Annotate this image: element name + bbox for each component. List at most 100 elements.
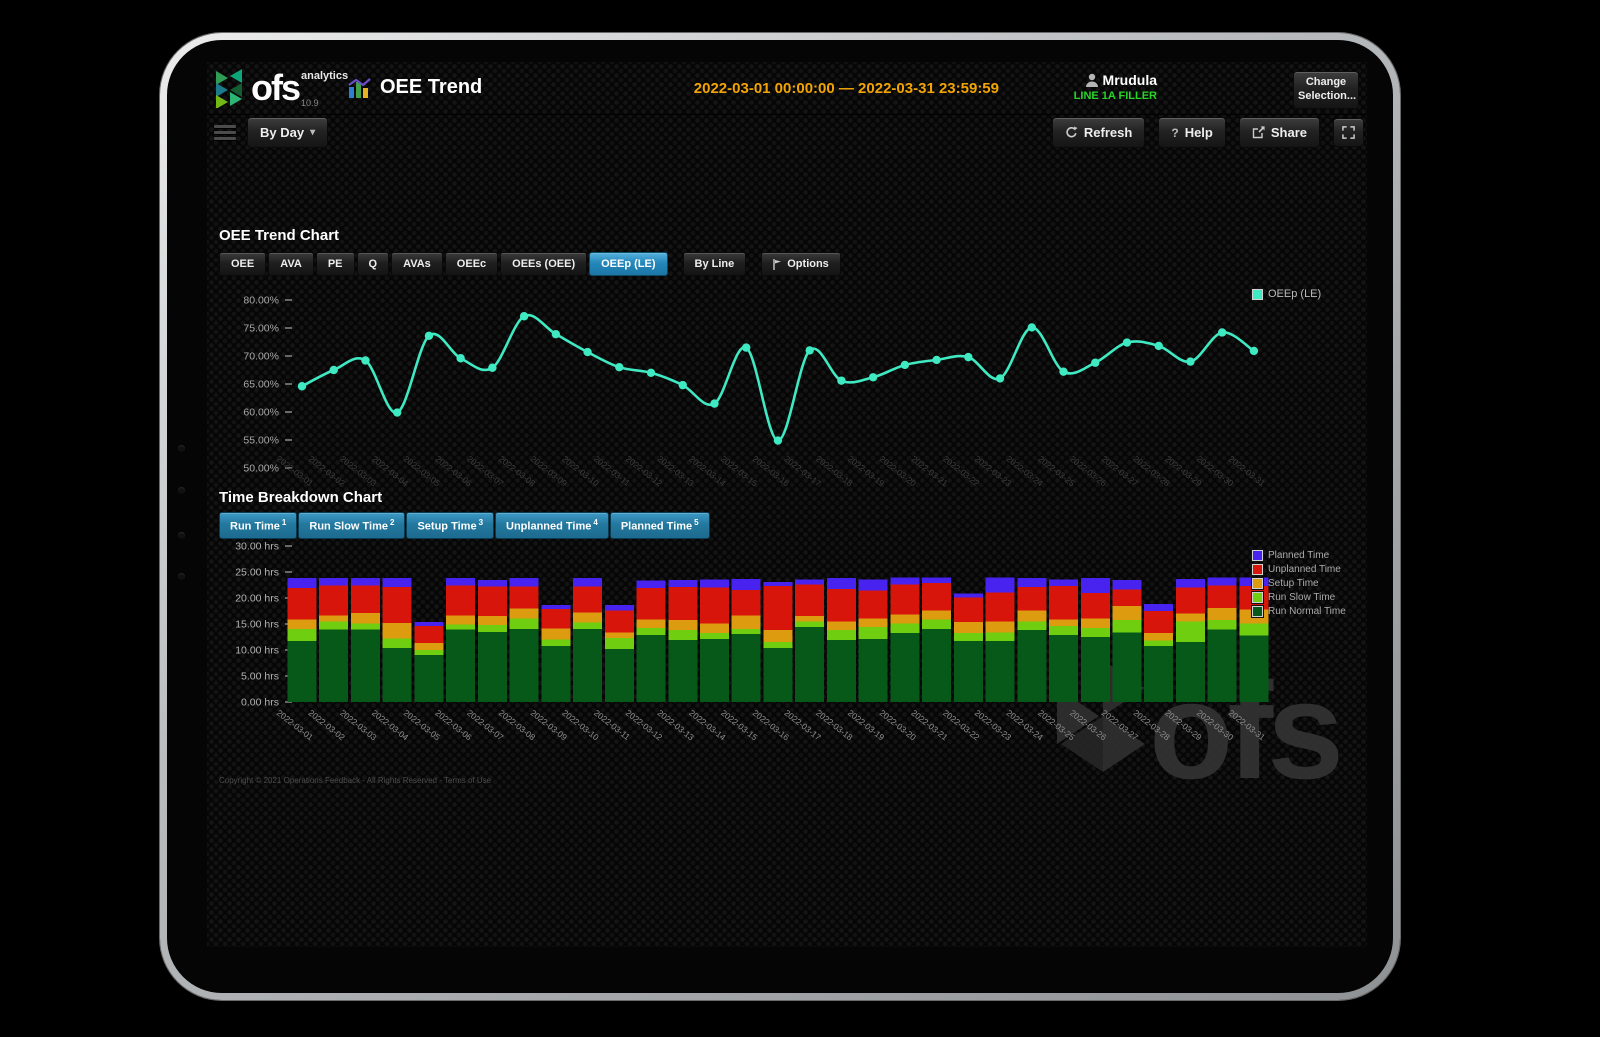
bar-segment-planned-time[interactable] xyxy=(446,578,475,585)
bar-segment-run-slow-time[interactable] xyxy=(1208,620,1237,630)
bar-segment-setup-time[interactable] xyxy=(859,618,888,627)
bar-segment-run-normal-time[interactable] xyxy=(1208,630,1237,702)
bar-segment-setup-time[interactable] xyxy=(668,620,697,630)
bar-segment-unplanned-time[interactable] xyxy=(414,626,443,643)
bar-segment-run-normal-time[interactable] xyxy=(986,641,1015,702)
bar-segment-run-slow-time[interactable] xyxy=(732,629,761,634)
bar-segment-planned-time[interactable] xyxy=(414,622,443,626)
bar-segment-run-slow-time[interactable] xyxy=(700,633,729,639)
bar-segment-setup-time[interactable] xyxy=(319,616,348,622)
bar-segment-unplanned-time[interactable] xyxy=(700,588,729,624)
tab-oees-oee[interactable]: OEEs (OEE) xyxy=(500,252,587,276)
bar-segment-planned-time[interactable] xyxy=(478,580,507,587)
bar-segment-run-normal-time[interactable] xyxy=(1017,630,1046,702)
bar-segment-unplanned-time[interactable] xyxy=(446,586,475,616)
bar-segment-planned-time[interactable] xyxy=(795,579,824,584)
bar-segment-run-normal-time[interactable] xyxy=(541,646,570,702)
bar-segment-run-normal-time[interactable] xyxy=(478,632,507,702)
bar-segment-run-slow-time[interactable] xyxy=(414,650,443,655)
line-data-point[interactable] xyxy=(774,436,782,444)
bar-segment-run-slow-time[interactable] xyxy=(1239,623,1268,635)
bar-segment-run-slow-time[interactable] xyxy=(859,627,888,639)
button-run-slow-time[interactable]: Run Slow Time2 xyxy=(298,512,405,539)
bar-segment-planned-time[interactable] xyxy=(763,582,792,586)
button-unplanned-time[interactable]: Unplanned Time4 xyxy=(495,512,609,539)
bar-segment-run-slow-time[interactable] xyxy=(795,621,824,627)
bar-segment-run-normal-time[interactable] xyxy=(1112,632,1141,702)
line-data-point[interactable] xyxy=(393,408,401,416)
line-data-point[interactable] xyxy=(964,353,972,361)
bar-segment-run-slow-time[interactable] xyxy=(1049,626,1078,635)
bar-segment-run-slow-time[interactable] xyxy=(605,638,634,649)
line-data-point[interactable] xyxy=(996,374,1004,382)
bar-segment-planned-time[interactable] xyxy=(541,605,570,609)
bar-segment-unplanned-time[interactable] xyxy=(986,592,1015,621)
bar-segment-run-normal-time[interactable] xyxy=(414,655,443,702)
tab-oeep-le[interactable]: OEEp (LE) xyxy=(589,252,667,276)
bar-segment-run-slow-time[interactable] xyxy=(1017,621,1046,630)
bar-segment-run-slow-time[interactable] xyxy=(986,632,1015,641)
bar-segment-setup-time[interactable] xyxy=(732,616,761,630)
bar-segment-unplanned-time[interactable] xyxy=(795,584,824,616)
bar-segment-setup-time[interactable] xyxy=(1112,606,1141,620)
bar-segment-setup-time[interactable] xyxy=(1144,633,1173,641)
line-data-point[interactable] xyxy=(583,348,591,356)
bar-segment-run-slow-time[interactable] xyxy=(478,625,507,632)
bar-segment-run-normal-time[interactable] xyxy=(288,641,317,702)
bar-segment-setup-time[interactable] xyxy=(700,623,729,632)
line-data-point[interactable] xyxy=(361,356,369,364)
bar-segment-setup-time[interactable] xyxy=(986,621,1015,632)
bar-segment-unplanned-time[interactable] xyxy=(288,588,317,619)
bar-segment-unplanned-time[interactable] xyxy=(637,588,666,619)
bar-segment-run-normal-time[interactable] xyxy=(795,627,824,702)
bar-segment-unplanned-time[interactable] xyxy=(732,590,761,615)
bar-segment-planned-time[interactable] xyxy=(1049,579,1078,586)
bar-segment-run-normal-time[interactable] xyxy=(383,648,412,702)
line-data-point[interactable] xyxy=(869,373,877,381)
bar-segment-run-normal-time[interactable] xyxy=(605,649,634,702)
bar-segment-planned-time[interactable] xyxy=(1081,578,1110,593)
button-planned-time[interactable]: Planned Time5 xyxy=(610,512,710,539)
bar-segment-planned-time[interactable] xyxy=(1176,579,1205,588)
bar-segment-run-normal-time[interactable] xyxy=(573,629,602,702)
line-data-point[interactable] xyxy=(932,356,940,364)
line-data-point[interactable] xyxy=(1059,367,1067,375)
tab-avas[interactable]: AVAs xyxy=(391,252,443,276)
bar-segment-planned-time[interactable] xyxy=(1017,578,1046,587)
bar-segment-unplanned-time[interactable] xyxy=(954,597,983,621)
bar-segment-setup-time[interactable] xyxy=(383,623,412,639)
bar-segment-setup-time[interactable] xyxy=(1017,610,1046,621)
bar-segment-planned-time[interactable] xyxy=(827,578,856,589)
bar-segment-unplanned-time[interactable] xyxy=(890,584,919,614)
bar-segment-planned-time[interactable] xyxy=(383,578,412,587)
tab-ava[interactable]: AVA xyxy=(268,252,314,276)
bar-segment-unplanned-time[interactable] xyxy=(478,587,507,617)
bar-segment-planned-time[interactable] xyxy=(700,579,729,587)
bar-segment-run-slow-time[interactable] xyxy=(763,642,792,648)
options-button[interactable]: Options xyxy=(761,252,841,276)
share-button[interactable]: Share xyxy=(1239,117,1320,148)
bar-segment-run-slow-time[interactable] xyxy=(351,623,380,629)
bar-segment-unplanned-time[interactable] xyxy=(922,583,951,611)
bar-segment-run-slow-time[interactable] xyxy=(319,621,348,629)
bar-segment-unplanned-time[interactable] xyxy=(668,587,697,620)
bar-segment-setup-time[interactable] xyxy=(890,615,919,624)
bar-segment-unplanned-time[interactable] xyxy=(541,609,570,629)
line-data-point[interactable] xyxy=(520,312,528,320)
bar-segment-planned-time[interactable] xyxy=(1112,580,1141,590)
bar-segment-unplanned-time[interactable] xyxy=(1144,611,1173,633)
bar-segment-run-slow-time[interactable] xyxy=(954,633,983,641)
bar-segment-setup-time[interactable] xyxy=(573,613,602,623)
bar-segment-run-slow-time[interactable] xyxy=(922,619,951,629)
bar-segment-run-normal-time[interactable] xyxy=(668,640,697,702)
bar-segment-planned-time[interactable] xyxy=(573,578,602,586)
bar-segment-run-slow-time[interactable] xyxy=(890,623,919,632)
bar-segment-unplanned-time[interactable] xyxy=(763,586,792,630)
bar-segment-unplanned-time[interactable] xyxy=(827,589,856,621)
bar-segment-run-normal-time[interactable] xyxy=(922,629,951,702)
bar-segment-run-slow-time[interactable] xyxy=(1176,621,1205,642)
bar-segment-setup-time[interactable] xyxy=(478,616,507,625)
bar-segment-unplanned-time[interactable] xyxy=(510,587,539,609)
line-data-point[interactable] xyxy=(298,382,306,390)
change-selection-button[interactable]: Change Selection... xyxy=(1293,71,1359,109)
